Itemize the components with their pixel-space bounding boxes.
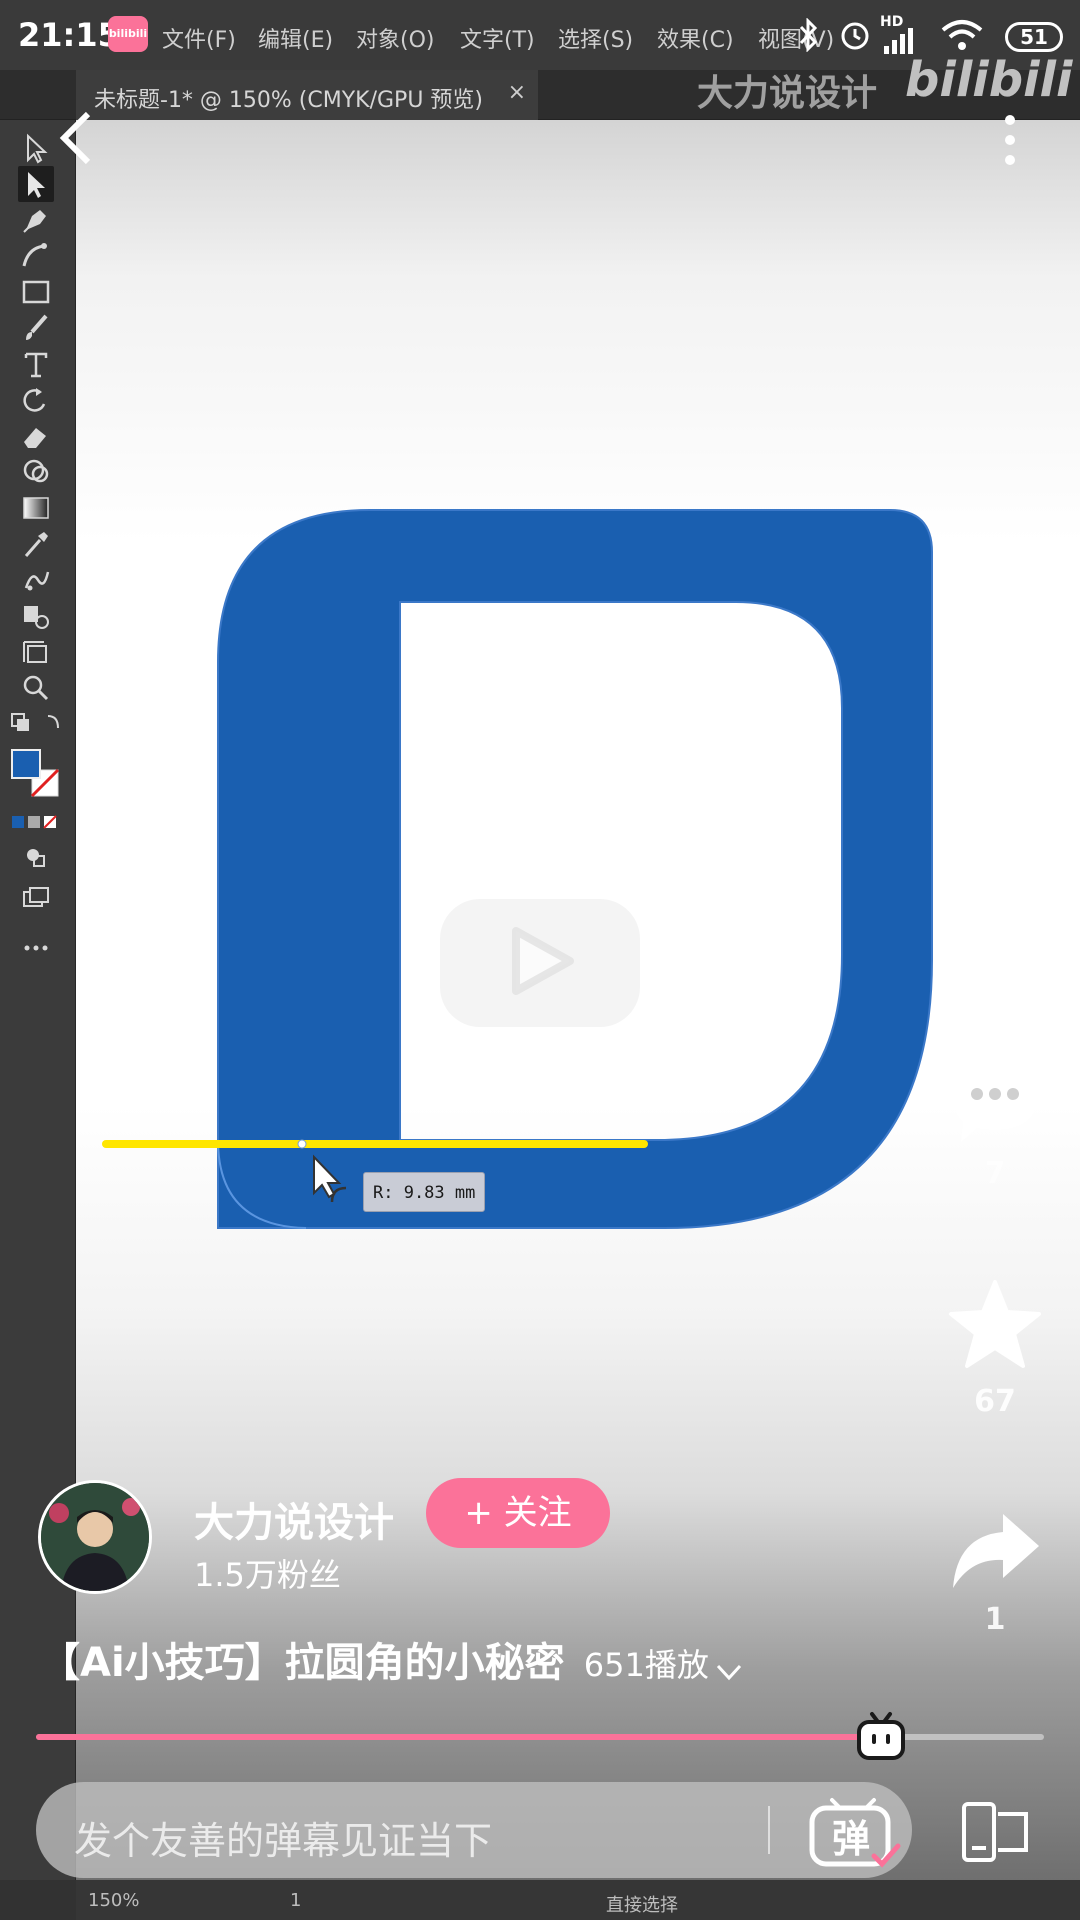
portrait-landscape-button[interactable] [960,1800,1032,1864]
like-button[interactable]: 39 [945,820,1045,965]
puppet-warp-tool-icon[interactable] [18,562,54,598]
uploader-info: 大力说设计 + 关注 1.5万粉丝 [38,1478,898,1598]
eraser-tool-icon[interactable] [18,418,54,454]
alarm-icon [838,18,872,59]
document-tab-title: 未标题-1* @ 150% (CMYK/GPU 预览) [94,88,484,113]
paintbrush-tool-icon[interactable] [18,310,54,346]
more-options-button[interactable] [1000,112,1020,168]
direct-selection-tool-icon[interactable] [18,166,54,202]
bilibili-app-icon: bilibili [108,16,148,52]
avatar[interactable] [38,1480,152,1594]
curvature-tool-icon[interactable] [18,238,54,274]
progress-thumb-tv-icon[interactable] [856,1710,906,1762]
comment-bubble-icon [953,1056,1037,1142]
fill-stroke-swatch[interactable] [8,746,64,802]
document-tab[interactable]: 未标题-1* @ 150% (CMYK/GPU 预览) × [76,70,538,120]
shape-builder-tool-icon[interactable] [18,454,54,490]
favorite-count: 67 [974,1384,1016,1419]
danmaku-toggle-label: 弹 [832,1817,871,1861]
screen-mode-icon[interactable] [18,880,54,916]
tools-panel [0,120,76,1880]
like-count: 39 [974,930,1016,965]
symbol-sprayer-tool-icon[interactable] [18,598,54,634]
zoom-level-field[interactable]: 150% [88,1890,139,1911]
pen-tool-icon[interactable] [18,202,54,238]
progress-fill [36,1734,893,1740]
uploader-name[interactable]: 大力说设计 [194,1490,394,1548]
star-icon [949,1280,1041,1368]
color-mode-icons[interactable] [8,812,68,832]
share-count: 1 [984,1602,1006,1637]
artboard-number-field[interactable]: 1 [290,1890,301,1911]
danmaku-placeholder: 发个友善的弹幕见证当下 [74,1819,493,1863]
current-tool-label: 直接选择 [606,1895,678,1916]
battery-indicator: 51 [1005,22,1063,52]
share-arrow-icon [953,1514,1039,1588]
screen-rotate-icon [962,1802,1028,1862]
follow-button[interactable]: + 关注 [426,1478,610,1548]
zoom-tool-icon[interactable] [18,670,54,706]
chevron-down-icon[interactable] [714,1660,744,1684]
comment-count: 7 [984,1156,1006,1191]
rectangle-tool-icon[interactable] [18,274,54,310]
share-button[interactable]: 1 [945,1508,1045,1637]
divider [768,1806,770,1854]
danmaku-toggle-button[interactable]: 弹 [798,1794,908,1870]
more-tools-icon[interactable] [18,930,54,966]
corner-radius-readout: R: 9.83 mm [363,1172,485,1212]
more-vertical-icon [1005,115,1015,165]
fan-count: 1.5万粉丝 [194,1556,341,1594]
play-icon[interactable] [438,865,643,1030]
type-tool-icon[interactable] [18,346,54,382]
status-time: 21:15 [18,16,120,54]
video-title: 【Ai小技巧】拉圆角的小秘密 [40,1640,565,1686]
ai-status-bar: 150% 1 直接选择 [76,1880,1080,1920]
uploader-watermark: 大力说设计 [697,73,878,114]
danmaku-input[interactable]: 发个友善的弹幕见证当下 弹 [36,1782,912,1878]
close-tab-icon[interactable]: × [508,80,526,105]
thumbs-up-icon [951,826,1040,914]
comment-button[interactable]: 7 [945,1050,1045,1191]
artboard-tool-icon[interactable] [18,634,54,670]
rotate-tool-icon[interactable] [18,382,54,418]
gradient-tool-icon[interactable] [18,490,54,526]
bilibili-watermark-logo: bilibili [905,52,1073,108]
bluetooth-icon [795,17,823,59]
selection-tool-icon[interactable] [18,130,54,166]
play-count: 651播放 [583,1646,709,1684]
chevron-left-icon [59,111,91,165]
video-title-row[interactable]: 【Ai小技巧】拉圆角的小秘密 651播放 [40,1630,744,1688]
eyedropper-tool-icon[interactable] [18,526,54,562]
swap-fill-stroke-icon[interactable] [6,706,66,742]
draw-mode-icon[interactable] [18,840,54,876]
favorite-button[interactable]: 67 [945,1278,1045,1419]
back-button[interactable] [52,108,102,168]
